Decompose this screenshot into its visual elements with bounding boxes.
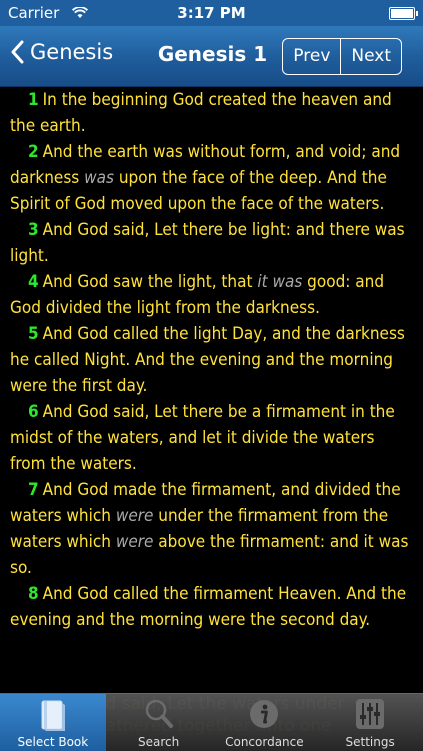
tab-label: Select Book	[17, 735, 89, 749]
chapter-text[interactable]: 1 In the beginning God created the heaven…	[0, 87, 423, 687]
verse-number: 7	[28, 480, 39, 500]
magnifier-icon	[144, 698, 174, 734]
tab-select-book[interactable]: Select Book	[0, 694, 106, 751]
verse-text: And God said, Let there be a firmament i…	[10, 402, 395, 474]
verse-number: 1	[28, 90, 39, 110]
verse-text: And God called the firmament Heaven. And…	[10, 584, 407, 630]
verse-number: 8	[28, 584, 39, 604]
sliders-icon	[355, 698, 385, 734]
verse[interactable]: 7 And God made the firmament, and divided…	[10, 477, 413, 581]
tab-settings[interactable]: Settings	[317, 694, 423, 751]
back-button[interactable]: Genesis	[10, 40, 113, 64]
back-button-label: Genesis	[30, 40, 114, 64]
verse[interactable]: 6 And God said, Let there be a firmament …	[10, 399, 413, 477]
info-icon	[248, 698, 280, 734]
verse[interactable]: 8 And God called the firmament Heaven. An…	[10, 581, 413, 633]
next-button[interactable]: Next	[340, 39, 401, 74]
verse[interactable]: 5 And God called the light Day, and the d…	[10, 321, 413, 399]
verse[interactable]: 3 And God said, Let there be light: and t…	[10, 217, 413, 269]
verse-italic-text: were	[115, 506, 154, 526]
tab-label: Search	[138, 735, 180, 749]
verse[interactable]: 4 And God saw the light, that it was good…	[10, 269, 413, 321]
status-bar: Carrier 3:17 PM	[0, 0, 423, 26]
verse-italic-text: were	[115, 532, 154, 552]
tab-label: Settings	[345, 735, 395, 749]
verse-italic-text: was	[84, 168, 114, 188]
chapter-pager: Prev Next	[282, 38, 402, 75]
verse-text: And God called the light Day, and the da…	[10, 324, 405, 396]
verse-italic-text: it was	[257, 272, 303, 292]
tab-search[interactable]: Search	[106, 694, 212, 751]
verse[interactable]: 1 In the beginning God created the heaven…	[10, 87, 413, 139]
tab-label: Concordance	[225, 735, 304, 749]
page-title: Genesis 1	[157, 42, 268, 66]
verse[interactable]: 2 And the earth was without form, and voi…	[10, 139, 413, 217]
prev-button[interactable]: Prev	[283, 39, 340, 74]
verse-text: And God saw the light, that	[42, 272, 258, 292]
verse-number: 4	[28, 272, 39, 292]
book-icon	[38, 698, 68, 736]
status-time: 3:17 PM	[177, 4, 246, 22]
verse-text: In the beginning God created the heaven …	[10, 90, 392, 136]
verse-number: 6	[28, 402, 39, 422]
tab-concordance[interactable]: Concordance	[212, 694, 318, 751]
verse-number: 5	[28, 324, 39, 344]
verse-number: 3	[28, 220, 39, 240]
navigation-bar: Genesis Genesis 1 Prev Next	[0, 26, 423, 87]
verse-number: 2	[28, 142, 39, 162]
verse-text: And God said, Let there be light: and th…	[10, 220, 405, 266]
chevron-left-icon	[11, 40, 24, 64]
battery-icon	[389, 7, 418, 20]
tab-bar: Select Book Search Concordance Settings	[0, 693, 423, 751]
